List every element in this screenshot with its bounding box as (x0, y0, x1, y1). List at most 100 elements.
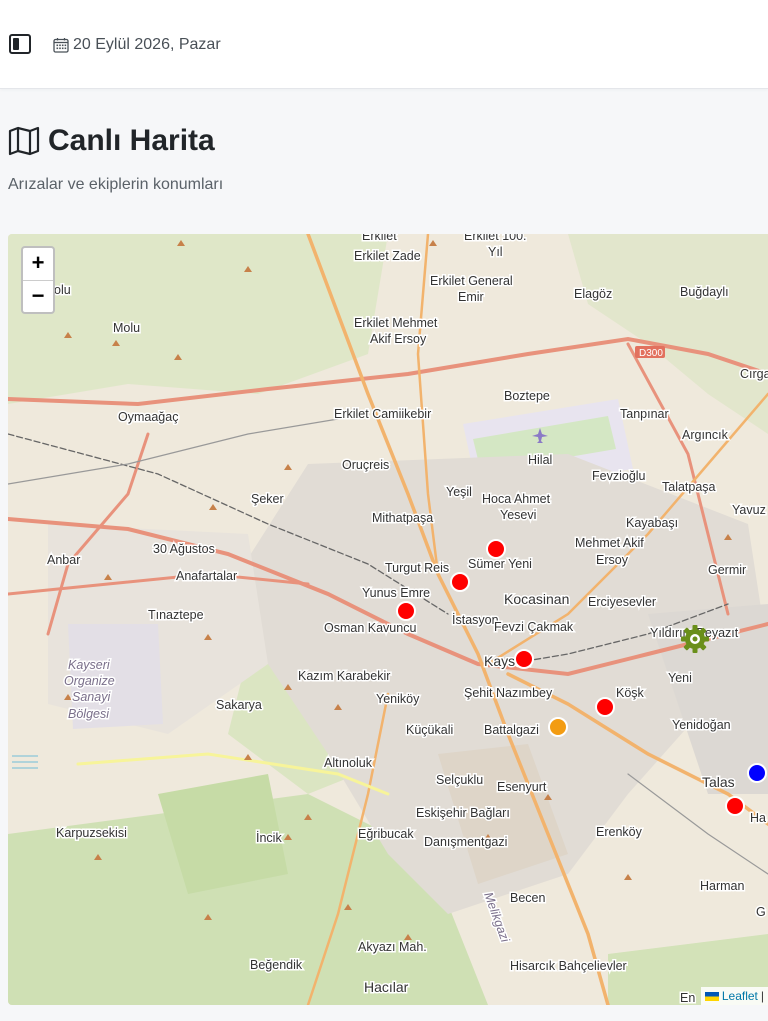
place-label: Köşk (616, 686, 645, 700)
place-label: Erkilet (362, 234, 397, 243)
place-label: Tanpınar (620, 407, 669, 421)
place-label: Eskişehir Bağları (416, 806, 510, 820)
place-label: Hisarcık Bahçelievler (510, 959, 627, 973)
fault-marker[interactable] (595, 697, 615, 717)
place-label: Turgut Reis (385, 561, 449, 575)
zoom-in-button[interactable]: + (23, 248, 53, 281)
current-date: 20 Eylül 2026, Pazar (53, 34, 221, 56)
place-label: Karpuzsekisi (56, 826, 127, 840)
place-label: Bölgesi (68, 707, 110, 721)
page-title-text: Canlı Harita (48, 124, 215, 157)
place-label: En (680, 991, 695, 1005)
place-label: Tınaztepe (148, 608, 204, 622)
place-label: Küçükali (406, 723, 453, 737)
place-label: Yeni (668, 671, 692, 685)
leaflet-link[interactable]: Leaflet (722, 989, 758, 1003)
place-label: Yıl (488, 245, 503, 259)
place-label: Erkilet 100. (464, 234, 527, 243)
road-shield-label: D300 (639, 348, 663, 359)
place-label: Buğdaylı (680, 285, 729, 299)
place-label: Yesevi (500, 508, 536, 522)
zoom-control: + − (21, 246, 55, 314)
place-label: Danışmentgazi (424, 835, 507, 849)
place-label: Germir (708, 563, 746, 577)
place-label: Harman (700, 879, 745, 893)
fault-marker[interactable] (450, 572, 470, 592)
place-label: Yenidoğan (672, 718, 731, 732)
place-label: Emir (458, 290, 484, 304)
place-label: Yeşil (446, 485, 472, 499)
place-label: Fevzioğlu (592, 469, 646, 483)
place-label: Mehmet Akif (575, 536, 644, 550)
place-label: Sanayi (72, 690, 111, 704)
gear-icon[interactable] (681, 625, 709, 653)
fault-marker[interactable] (486, 539, 506, 559)
top-navbar: 20 Eylül 2026, Pazar (0, 0, 768, 89)
place-label: Yavuz (732, 503, 766, 517)
place-label: Selçuklu (436, 773, 483, 787)
ukraine-flag-icon (704, 991, 719, 1001)
place-label: Oruçreis (342, 458, 389, 472)
place-label: Akif Ersoy (370, 332, 427, 346)
place-label: G (756, 905, 766, 919)
place-label: İncik (256, 831, 282, 845)
place-label: Ersoy (596, 553, 629, 567)
fault-marker[interactable] (396, 601, 416, 621)
place-label: Talas (702, 774, 735, 790)
place-label: Erenköy (596, 825, 643, 839)
place-label: Erciyesevler (588, 595, 656, 609)
place-label: Hilal (528, 453, 552, 467)
place-label: Kazım Karabekir (298, 669, 390, 683)
place-label: Eğribucak (358, 827, 414, 841)
place-label: Boztepe (504, 389, 550, 403)
place-label: Oymaağaç (118, 410, 178, 424)
place-label: Becen (510, 891, 545, 905)
place-label: Erkilet Zade (354, 249, 421, 263)
place-label: Erkilet General (430, 274, 513, 288)
place-label: Osman Kavuncu (324, 621, 416, 635)
fault-marker[interactable] (514, 649, 534, 669)
attribution-separator: | (760, 989, 764, 1003)
pending-fault-marker[interactable] (548, 717, 568, 737)
page-title: Canlı Harita (8, 124, 215, 158)
place-label: Erkilet Camiikebir (334, 407, 431, 421)
place-label: 30 Ağustos (153, 542, 215, 556)
place-label: Cırga (740, 367, 768, 381)
zoom-out-button[interactable]: − (23, 281, 53, 313)
place-label: Yunus Emre (362, 586, 430, 600)
place-label: Battalgazi (484, 723, 539, 737)
place-label: Anbar (47, 553, 80, 567)
place-label: Ha (750, 811, 766, 825)
place-label: Altınoluk (324, 756, 373, 770)
place-label: Anafartalar (176, 569, 237, 583)
fault-marker[interactable] (725, 796, 745, 816)
map-icon (8, 126, 40, 156)
live-map[interactable]: D300 Erkilet Erkilet Zade Erkilet 100. Y… (8, 234, 768, 1005)
team-marker[interactable] (747, 763, 767, 783)
calendar-icon (53, 38, 69, 53)
map-attribution: Leaflet | (700, 987, 768, 1005)
place-label: Sümer Yeni (468, 557, 532, 571)
place-label: Talatpaşa (662, 480, 716, 494)
sidebar-toggle-icon[interactable] (9, 34, 31, 54)
place-label: olu (54, 283, 71, 297)
map-tiles[interactable]: D300 Erkilet Erkilet Zade Erkilet 100. Y… (8, 234, 768, 1005)
date-text: 20 Eylül 2026, Pazar (73, 36, 221, 53)
place-label: Kayseri (68, 658, 111, 672)
page-subtitle: Arızalar ve ekiplerin konumları (8, 176, 224, 193)
place-label: Yeniköy (376, 692, 420, 706)
place-label: Kocasinan (504, 591, 569, 607)
place-label: Erkilet Mehmet (354, 316, 438, 330)
place-label: Akyazı Mah. (358, 940, 427, 954)
place-label: Molu (113, 321, 140, 335)
place-label: Organize (64, 674, 115, 688)
place-label: Fevzi Çakmak (494, 620, 574, 634)
place-label: Şeker (251, 492, 284, 506)
place-label: Beğendik (250, 958, 303, 972)
place-label: Argıncık (682, 428, 729, 442)
place-label: Mithatpaşa (372, 511, 433, 525)
place-label: Esenyurt (497, 780, 547, 794)
place-label: Şehit Nazımbey (464, 686, 553, 700)
place-label: Elagöz (574, 287, 612, 301)
place-label: Hacılar (364, 979, 409, 995)
